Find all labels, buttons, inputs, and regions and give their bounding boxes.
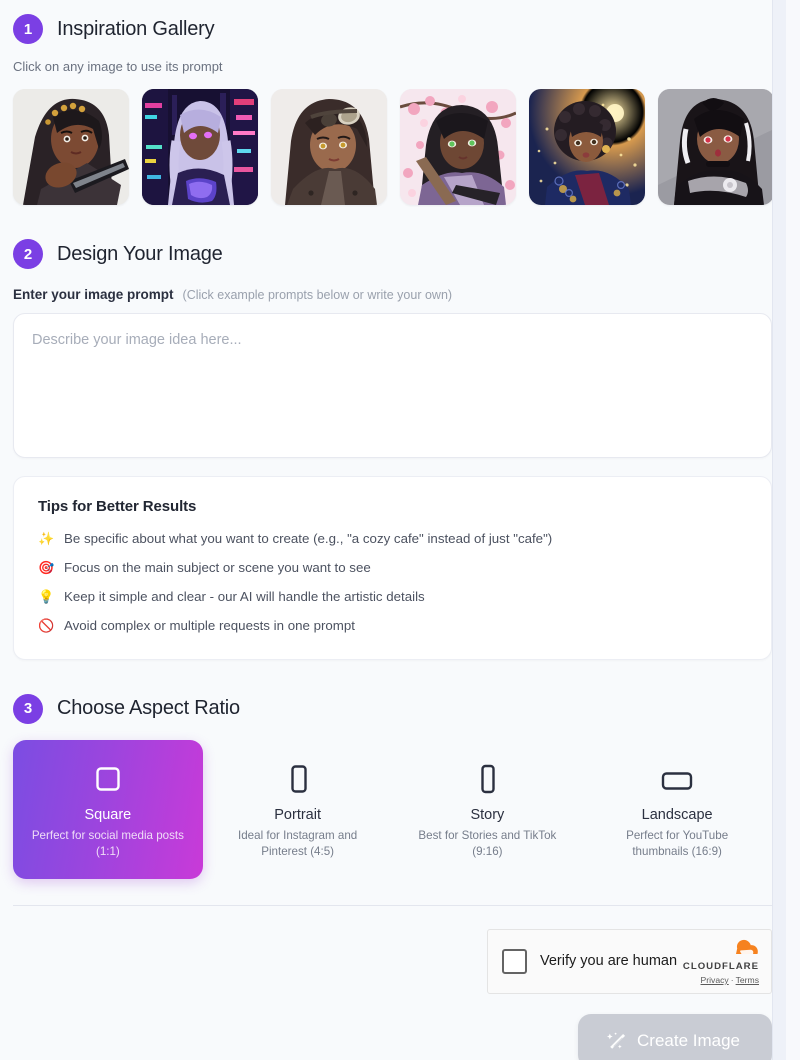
aspect-ratio-option-story[interactable]: Story Best for Stories and TikTok (9:16) (393, 740, 583, 879)
prompt-label-row: Enter your image prompt (Click example p… (13, 287, 773, 302)
aspect-ratio-options: Square Perfect for social media posts (1… (13, 739, 772, 879)
tip-item: ✨ Be specific about what you want to cre… (38, 530, 747, 548)
landscape-frame-icon (592, 760, 762, 798)
gallery-thumb-2[interactable] (142, 89, 258, 205)
page-scrollbar-rail[interactable] (772, 0, 786, 1060)
create-image-button[interactable]: Create Image (578, 1013, 772, 1060)
prohibited-icon: 🚫 (38, 617, 55, 633)
tip-text: Keep it simple and clear - our AI will h… (64, 588, 425, 604)
dart-icon: 🎯 (38, 559, 55, 575)
prompt-hint: (Click example prompts below or write yo… (182, 288, 453, 302)
aspect-ratio-name: Story (470, 806, 505, 823)
prompt-input[interactable] (13, 313, 772, 458)
tip-item: 🚫 Avoid complex or multiple requests in … (38, 617, 747, 635)
step-badge-2: 2 (13, 239, 43, 269)
gallery-thumb-1[interactable] (13, 89, 129, 205)
story-frame-icon (403, 760, 573, 798)
verify-human-checkbox[interactable] (502, 948, 527, 974)
magic-wand-icon (607, 1032, 626, 1049)
cloudflare-brand: CLOUDFLARE Privacy · Terms (683, 936, 759, 986)
terms-link[interactable]: Terms (736, 975, 759, 985)
inspiration-gallery (13, 89, 774, 205)
tip-text: Be specific about what you want to creat… (64, 531, 553, 546)
tips-title: Tips for Better Results (38, 498, 197, 515)
aspect-ratio-desc: Perfect for YouTube thumbnails (16:9) (626, 828, 729, 859)
image-generator-page: 1 Inspiration Gallery Click on any image… (0, 0, 786, 1060)
aspect-ratio-option-square[interactable]: Square Perfect for social media posts (1… (13, 739, 203, 879)
aspect-ratio-desc: Perfect for social media posts (1:1) (31, 828, 184, 859)
gallery-thumb-6[interactable] (658, 89, 774, 205)
cloudflare-turnstile-widget[interactable]: Verify you are human CLOUDFLARE Privacy ·… (487, 928, 772, 994)
aspect-ratio-name: Square (84, 806, 132, 823)
gallery-image-2 (142, 89, 258, 205)
section-divider (13, 904, 772, 906)
create-image-label: Create Image (637, 1030, 740, 1050)
aspect-ratio-section-header: 3 Choose Aspect Ratio (13, 693, 773, 724)
step-badge-1: 1 (13, 14, 43, 44)
cloudflare-wordmark: CLOUDFLARE (682, 961, 759, 973)
tip-item: 🎯 Focus on the main subject or scene you… (38, 559, 747, 577)
aspect-ratio-option-portrait[interactable]: Portrait Ideal for Instagram and Pintere… (203, 740, 393, 879)
verify-human-label: Verify you are human (540, 953, 678, 970)
tip-text: Avoid complex or multiple requests in on… (64, 617, 355, 633)
aspect-ratio-desc: Ideal for Instagram and Pinterest (4:5) (238, 828, 358, 859)
gallery-image-4 (400, 89, 516, 205)
square-frame-icon (23, 760, 193, 798)
design-title: Design Your Image (57, 242, 223, 265)
create-button-row: Create Image (13, 1013, 772, 1060)
sparkles-icon: ✨ (38, 531, 55, 546)
portrait-frame-icon (213, 760, 383, 798)
gallery-image-1 (13, 89, 129, 205)
step-badge-3: 3 (13, 693, 43, 724)
cloudflare-links: Privacy · Terms (683, 975, 759, 985)
cloudflare-cloud-icon (736, 940, 758, 955)
gallery-subtitle: Click on any image to use its prompt (13, 59, 223, 74)
privacy-link[interactable]: Privacy (701, 975, 729, 985)
gallery-image-3 (271, 89, 387, 205)
gallery-thumb-5[interactable] (529, 89, 645, 205)
aspect-ratio-title: Choose Aspect Ratio (57, 697, 240, 720)
tips-list: ✨ Be specific about what you want to cre… (38, 530, 747, 635)
tip-item: 💡 Keep it simple and clear - our AI will… (38, 588, 747, 606)
tips-card: Tips for Better Results ✨ Be specific ab… (13, 476, 772, 660)
aspect-ratio-option-landscape[interactable]: Landscape Perfect for YouTube thumbnails… (582, 740, 772, 879)
turnstile-row: Verify you are human CLOUDFLARE Privacy ·… (13, 928, 772, 994)
aspect-ratio-name: Portrait (274, 806, 321, 823)
gallery-thumb-3[interactable] (271, 89, 387, 205)
aspect-ratio-name: Landscape (641, 806, 713, 823)
tip-text: Focus on the main subject or scene you w… (64, 559, 371, 575)
design-section-header: 2 Design Your Image (13, 239, 773, 269)
aspect-ratio-desc: Best for Stories and TikTok (9:16) (418, 828, 557, 859)
gallery-section-header: 1 Inspiration Gallery (13, 0, 773, 44)
gallery-thumb-4[interactable] (400, 89, 516, 205)
prompt-label: Enter your image prompt (13, 287, 174, 302)
lightbulb-icon: 💡 (38, 588, 55, 604)
link-separator: · (730, 974, 734, 985)
gallery-title: Inspiration Gallery (57, 17, 215, 40)
gallery-image-6 (658, 89, 774, 205)
gallery-image-5 (529, 89, 645, 205)
